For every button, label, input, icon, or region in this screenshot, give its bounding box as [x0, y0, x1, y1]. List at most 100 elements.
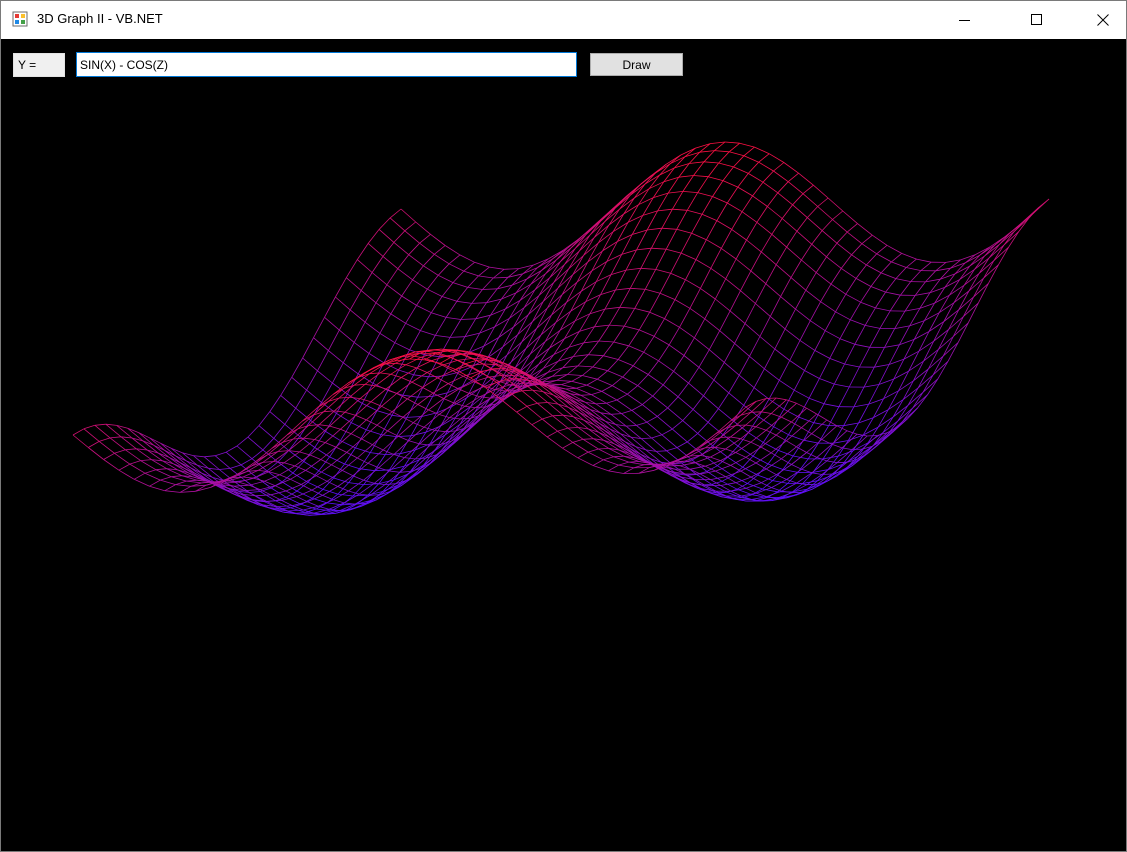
mesh-line [826, 460, 838, 464]
mesh-line [965, 254, 981, 264]
mesh-line [470, 371, 482, 379]
mesh-line [653, 318, 665, 337]
maximize-button[interactable] [1014, 1, 1060, 39]
mesh-line [295, 389, 307, 409]
mesh-line [460, 303, 473, 320]
mesh-line [781, 204, 793, 219]
mesh-line [676, 228, 692, 234]
mesh-line [909, 308, 921, 327]
mesh-line [592, 355, 604, 368]
mesh-line [789, 360, 805, 371]
mesh-line [750, 270, 767, 285]
mesh-line [705, 465, 716, 472]
mesh-line [175, 480, 187, 485]
mesh-line [516, 411, 533, 426]
mesh-line [249, 491, 261, 493]
mesh-line [432, 383, 449, 394]
mesh-line [134, 472, 146, 480]
mesh-line [795, 308, 811, 322]
mesh-line [296, 490, 313, 499]
mesh-line [395, 362, 406, 366]
mesh-line [603, 459, 619, 466]
title-bar[interactable]: 3D Graph II - VB.NET [1, 1, 1126, 39]
mesh-line [735, 258, 752, 272]
mesh-line [864, 307, 876, 326]
mesh-line [670, 272, 686, 281]
mesh-line [536, 314, 552, 329]
mesh-line [394, 342, 410, 351]
mesh-line [408, 242, 420, 255]
mesh-line [549, 338, 565, 349]
mesh-line [506, 334, 518, 356]
mesh-line [735, 239, 747, 260]
mesh-line [773, 162, 785, 172]
mesh-line [225, 445, 238, 453]
mesh-line [734, 323, 746, 344]
mesh-line [894, 325, 910, 329]
formula-input[interactable] [76, 52, 577, 77]
mesh-line [821, 230, 838, 244]
mesh-line [866, 253, 877, 266]
mesh-line [790, 259, 802, 278]
mesh-line [902, 380, 914, 400]
mesh-line [452, 270, 465, 283]
mesh-line [872, 234, 888, 246]
mesh-line [943, 309, 959, 322]
mesh-line [401, 367, 417, 378]
mesh-line [652, 395, 668, 409]
mesh-line [745, 424, 757, 428]
mesh-line [587, 250, 603, 263]
mesh-line [603, 456, 614, 461]
mesh-line [328, 388, 344, 402]
mesh-line [591, 391, 602, 395]
mesh-line [559, 310, 572, 331]
mesh-line [836, 231, 848, 244]
mesh-line [502, 326, 514, 348]
mesh-line [606, 399, 618, 404]
mesh-line [531, 418, 543, 426]
mesh-line [540, 321, 557, 336]
mesh-line [555, 310, 572, 323]
mesh-line [895, 278, 911, 282]
mesh-line [296, 496, 308, 503]
mesh-line [405, 305, 417, 324]
mesh-line [659, 292, 676, 300]
mesh-line [557, 347, 570, 362]
mesh-line [592, 465, 609, 472]
mesh-line [916, 258, 932, 263]
mesh-line [281, 496, 297, 501]
mesh-line [649, 293, 661, 313]
mesh-line [851, 243, 863, 256]
mesh-line [758, 161, 774, 172]
mesh-line [360, 398, 372, 403]
mesh-line [489, 266, 505, 270]
mesh-line [378, 229, 395, 243]
mesh-line [253, 471, 270, 479]
mesh-line [706, 465, 718, 472]
mesh-line [144, 472, 161, 481]
mesh-line [240, 458, 253, 466]
mesh-line [738, 356, 750, 376]
mesh-line [601, 385, 613, 392]
mesh-line [624, 325, 640, 331]
mesh-line [621, 410, 633, 414]
mesh-line [354, 384, 365, 386]
mesh-line [994, 233, 1010, 246]
mesh-line [901, 253, 917, 260]
mesh-line [759, 336, 776, 350]
mesh-line [350, 419, 367, 434]
mesh-line [679, 308, 691, 328]
mesh-line [917, 368, 929, 388]
mesh-line [700, 268, 712, 289]
close-button[interactable] [1080, 1, 1126, 39]
mesh-line [668, 344, 685, 356]
mesh-line [793, 370, 805, 391]
mesh-line [253, 477, 265, 482]
draw-button[interactable]: Draw [590, 53, 683, 76]
mesh-line [572, 261, 588, 275]
mesh-line [471, 289, 483, 304]
mesh-line [776, 464, 792, 476]
mesh-line [855, 264, 867, 279]
minimize-button[interactable] [942, 1, 988, 39]
mesh-line [277, 505, 293, 507]
